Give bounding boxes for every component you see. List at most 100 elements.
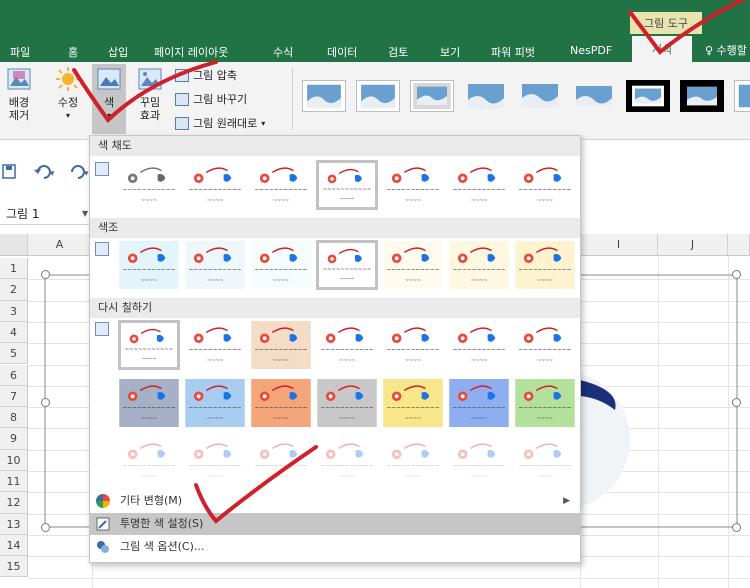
picture-style-9[interactable] — [734, 80, 750, 112]
recolor-icon — [95, 322, 109, 336]
saturation-swatch[interactable]: ~~~~~~~~~~~ ~~~~ — [514, 160, 576, 210]
svg-text:~~~~: ~~~~ — [273, 278, 289, 283]
row-header[interactable]: 7 — [0, 385, 28, 408]
recolor-light-swatch[interactable]: ~~~~~~~~~~~ ~~~~ — [316, 436, 378, 486]
tone-swatch[interactable]: ~~~~~~~~~~~ ~~~~ — [448, 240, 510, 290]
row-header[interactable]: 14 — [0, 534, 28, 557]
recolor-light-swatch[interactable]: ~~~~~~~~~~~ ~~~~ — [448, 436, 510, 486]
saturation-swatch[interactable]: ~~~~~~~~~~~ ~~~~ — [118, 160, 180, 210]
row-header[interactable]: 6 — [0, 364, 28, 386]
svg-text:~~~~: ~~~~ — [537, 278, 553, 283]
color-wheel-icon — [96, 494, 110, 508]
reset-picture-button[interactable]: 그림 원래대로 ▾ — [175, 115, 265, 131]
tone-swatch[interactable]: ~~~~~~~~~~~ ~~~~ — [316, 240, 378, 290]
svg-text:~~~~~~~~~~~: ~~~~~~~~~~~ — [189, 268, 242, 274]
recolor-swatch[interactable]: ~~~~~~~~~~~ ~~~~ — [250, 320, 312, 370]
recolor-swatch[interactable]: ~~~~~~~~~~~ ~~~~ — [184, 320, 246, 370]
svg-text:~~~~: ~~~~ — [207, 278, 223, 283]
column-header-i[interactable]: I — [580, 234, 658, 256]
recolor-light-swatch[interactable]: ~~~~~~~~~~~ ~~~~ — [184, 436, 246, 486]
tone-swatch[interactable]: ~~~~~~~~~~~ ~~~~ — [382, 240, 444, 290]
resize-handle[interactable] — [41, 523, 50, 532]
picture-style-3[interactable] — [410, 80, 454, 112]
resize-handle[interactable] — [732, 523, 741, 532]
select-all-corner[interactable] — [0, 234, 28, 256]
recolor-swatch[interactable]: ~~~~~~~~~~~ ~~~~ — [514, 320, 576, 370]
picture-style-2[interactable] — [356, 80, 400, 112]
row-header[interactable]: 11 — [0, 471, 28, 493]
svg-text:~~~~~~~~~~~: ~~~~~~~~~~~ — [255, 268, 308, 274]
row-header[interactable]: 4 — [0, 321, 28, 344]
recolor-swatch[interactable]: ~~~~~~~~~~~ ~~~~ — [316, 320, 378, 370]
picture-color-options-item[interactable]: 그림 색 옵션(C)... — [90, 536, 580, 558]
column-header-k[interactable] — [728, 234, 750, 256]
change-picture-icon — [175, 92, 189, 106]
recolor-swatch[interactable]: ~~~~~~~~~~~ ~~~~ — [316, 378, 378, 428]
row-header[interactable]: 13 — [0, 513, 28, 535]
tell-me-box[interactable]: ♀ 수행할 — [705, 42, 747, 58]
recolor-swatch[interactable]: ~~~~~~~~~~~ ~~~~ — [250, 378, 312, 428]
recolor-swatch[interactable]: ~~~~~~~~~~~ ~~~~ — [448, 320, 510, 370]
svg-text:~~~~~~~~~~~: ~~~~~~~~~~~ — [387, 188, 440, 194]
artistic-effects-button[interactable]: 꾸밈 효과 — [133, 66, 167, 122]
picture-style-7[interactable] — [626, 80, 670, 112]
recolor-swatch[interactable]: ~~~~~~~~~~~ ~~~~ — [382, 378, 444, 428]
remove-background-button[interactable]: 배경 제거 — [4, 66, 34, 122]
saturation-swatch[interactable]: ~~~~~~~~~~~ ~~~~ — [316, 160, 378, 210]
recolor-swatch[interactable]: ~~~~~~~~~~~ ~~~~ — [118, 320, 180, 370]
recolor-swatch[interactable]: ~~~~~~~~~~~ ~~~~ — [514, 378, 576, 428]
tone-swatch[interactable]: ~~~~~~~~~~~ ~~~~ — [184, 240, 246, 290]
row-header[interactable]: 10 — [0, 449, 28, 471]
resize-handle[interactable] — [41, 398, 50, 407]
row-header[interactable]: 8 — [0, 407, 28, 429]
picture-style-8[interactable] — [680, 80, 724, 112]
row-header[interactable]: 2 — [0, 279, 28, 301]
svg-text:~~~~: ~~~~ — [273, 474, 289, 479]
tone-swatch[interactable]: ~~~~~~~~~~~ ~~~~ — [514, 240, 576, 290]
more-variations-item[interactable]: 기타 변형(M) ▶ — [90, 490, 580, 512]
compress-pictures-button[interactable]: 그림 압축 — [175, 67, 237, 83]
resize-handle[interactable] — [41, 270, 50, 279]
picture-style-5[interactable] — [518, 80, 562, 112]
section-color-saturation: 색 채도 — [90, 136, 580, 156]
tone-swatch[interactable]: ~~~~~~~~~~~ ~~~~ — [118, 240, 180, 290]
column-header-j[interactable]: J — [658, 234, 728, 256]
corrections-button[interactable]: 수정 ▾ — [50, 66, 86, 122]
tab-format[interactable]: 서식 — [632, 36, 692, 62]
svg-text:~~~~~~~~~~~: ~~~~~~~~~~~ — [323, 187, 372, 193]
recolor-swatch[interactable]: ~~~~~~~~~~~ ~~~~ — [184, 378, 246, 428]
svg-text:~~~~: ~~~~ — [537, 416, 553, 421]
saturation-swatch[interactable]: ~~~~~~~~~~~ ~~~~ — [448, 160, 510, 210]
set-transparent-color-item[interactable]: 투명한 색 설정(S) — [90, 513, 580, 535]
color-button[interactable]: 색 ▾ — [92, 64, 126, 134]
picture-style-6[interactable] — [572, 80, 616, 112]
row-header[interactable]: 1 — [0, 258, 28, 280]
change-picture-button[interactable]: 그림 바꾸기 — [175, 91, 247, 107]
color-palette-icon — [96, 66, 122, 92]
picture-style-4[interactable] — [464, 80, 508, 112]
column-header-a[interactable]: A — [28, 234, 92, 256]
svg-text:~~~~~~~~~~~: ~~~~~~~~~~~ — [321, 464, 374, 470]
tone-swatch[interactable]: ~~~~~~~~~~~ ~~~~ — [250, 240, 312, 290]
recolor-swatch[interactable]: ~~~~~~~~~~~ ~~~~ — [382, 320, 444, 370]
picture-style-1[interactable] — [302, 80, 346, 112]
recolor-light-swatch[interactable]: ~~~~~~~~~~~ ~~~~ — [382, 436, 444, 486]
row-header[interactable]: 5 — [0, 343, 28, 365]
row-header[interactable]: 3 — [0, 300, 28, 322]
row-header[interactable]: 12 — [0, 492, 28, 514]
recolor-swatch[interactable]: ~~~~~~~~~~~ ~~~~ — [448, 378, 510, 428]
recolor-swatch[interactable]: ~~~~~~~~~~~ ~~~~ — [118, 378, 180, 428]
saturation-swatch[interactable]: ~~~~~~~~~~~ ~~~~ — [250, 160, 312, 210]
recolor-light-swatch[interactable]: ~~~~~~~~~~~ ~~~~ — [514, 436, 576, 486]
saturation-swatch[interactable]: ~~~~~~~~~~~ ~~~~ — [184, 160, 246, 210]
name-box[interactable]: 그림 1 ▼ — [0, 203, 92, 225]
svg-text:~~~~: ~~~~ — [141, 474, 157, 479]
pen-transparent-icon — [96, 517, 110, 531]
row-header[interactable]: 15 — [0, 556, 28, 578]
row-header[interactable]: 9 — [0, 428, 28, 450]
resize-handle[interactable] — [732, 398, 741, 407]
recolor-light-swatch[interactable]: ~~~~~~~~~~~ ~~~~ — [118, 436, 180, 486]
recolor-light-swatch[interactable]: ~~~~~~~~~~~ ~~~~ — [250, 436, 312, 486]
saturation-swatch[interactable]: ~~~~~~~~~~~ ~~~~ — [382, 160, 444, 210]
resize-handle[interactable] — [732, 270, 741, 279]
